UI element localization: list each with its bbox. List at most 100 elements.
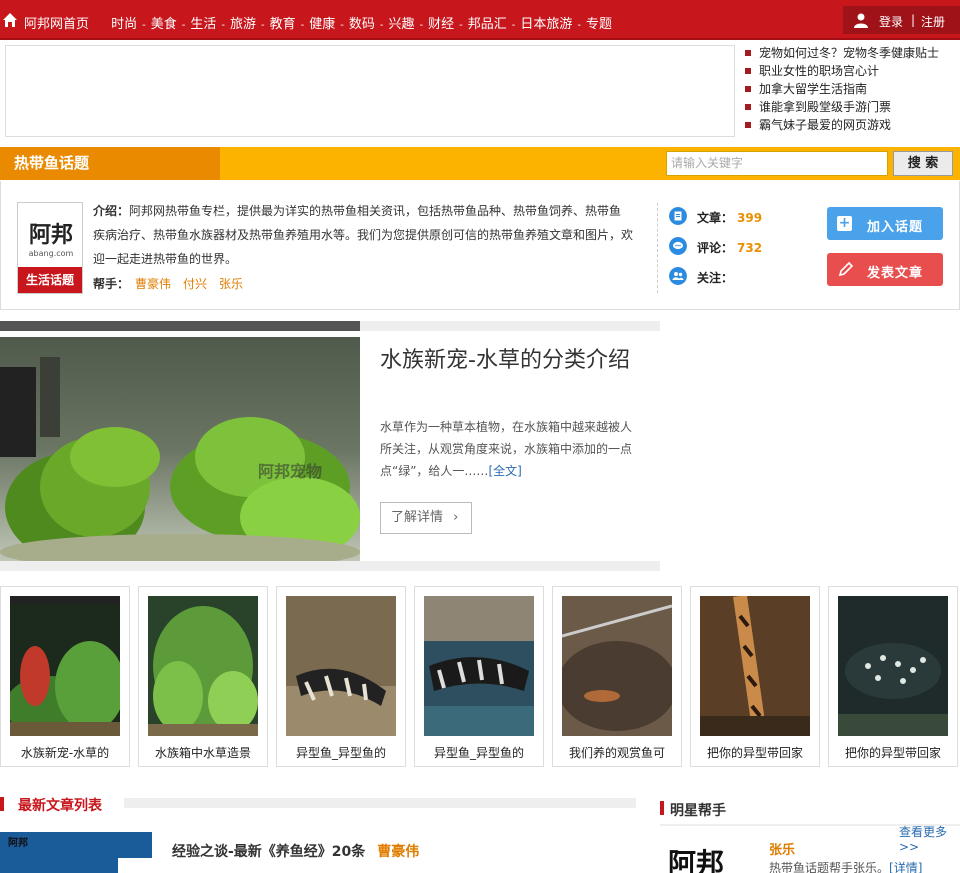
helper-link[interactable]: 付兴 <box>183 277 207 291</box>
nav-links: 阿邦网首页 时尚 - 美食 - 生活 - 旅游 - 教育 - 健康 - 数码 - 兴趣 - 财经 - 邦品汇 - 日本旅… <box>24 17 613 32</box>
thumb-card[interactable]: 水族新宠-水草的 <box>0 586 130 767</box>
feature-more-link[interactable]: [全文] <box>488 464 521 478</box>
nav-item-digital[interactable]: 数码 <box>349 17 375 32</box>
logo-band: 生活话题 <box>18 267 82 293</box>
thumb-card[interactable]: 异型鱼_异型鱼的 <box>414 586 544 767</box>
thumb-image <box>424 596 534 736</box>
nav-item-interest[interactable]: 兴趣 <box>389 17 415 32</box>
comments-count: 732 <box>737 241 763 255</box>
headline-item[interactable]: 加拿大留学生活指南 <box>745 80 960 98</box>
logo-domain: abang.com <box>28 249 74 258</box>
thumb-caption: 我们养的观赏鱼可 <box>568 746 665 760</box>
thumb-caption: 水族箱中水草造景 <box>154 746 251 760</box>
post-article-button[interactable]: 发表文章 <box>827 253 943 286</box>
articles-count: 399 <box>737 211 763 225</box>
register-link[interactable]: 注册 <box>921 13 945 30</box>
comment-icon <box>669 237 687 255</box>
nav-item-japan-travel[interactable]: 日本旅游 <box>520 17 572 32</box>
star-helper-detail-link[interactable]: [详情] <box>889 861 922 873</box>
latest-section-title: 最新文章列表 <box>18 798 102 814</box>
login-link[interactable]: 登录 <box>879 13 903 30</box>
login-divider: | <box>911 13 916 27</box>
thumb-image <box>562 596 672 736</box>
feature-watermark: 阿邦宠物 <box>258 462 322 481</box>
star-helper-logo: 阿邦 <box>668 847 725 873</box>
helpers-row: 帮手： 曹豪伟 付兴 张乐 <box>93 275 243 292</box>
star-section-marker <box>660 801 664 815</box>
document-icon <box>669 207 687 225</box>
nav-item-fashion[interactable]: 时尚 <box>111 17 137 32</box>
thumb-caption: 水族新宠-水草的 <box>20 746 110 760</box>
topic-logo: 阿邦 abang.com 生活话题 <box>17 202 83 294</box>
see-more-link[interactable]: 查看更多>> <box>899 823 960 854</box>
star-helper-title: 明星帮手 <box>670 803 726 819</box>
description-text: 阿邦网热带鱼专栏，提供最为详实的热带鱼相关资讯，包括热带鱼品种、热带鱼饲养、热带… <box>93 204 634 266</box>
star-helper-name[interactable]: 张乐 <box>769 839 795 858</box>
login-area: 登录 | 注册 <box>843 6 960 34</box>
feature-bottom-rule <box>0 561 660 571</box>
star-helper-desc: 热带鱼话题帮手张乐。[详情] <box>769 859 922 873</box>
post-article-label: 发表文章 <box>867 266 924 281</box>
join-topic-button[interactable]: + 加入话题 <box>827 207 943 240</box>
nav-item-bangpinhui[interactable]: 邦品汇 <box>468 17 507 32</box>
top-nav: 阿邦网首页 时尚 - 美食 - 生活 - 旅游 - 教育 - 健康 - 数码 - 兴趣 - 财经 - 邦品汇 - 日本旅… <box>0 0 960 40</box>
article-title-link[interactable]: 经验之谈-最新《养鱼经》20条 <box>172 844 365 860</box>
star-helper-desc-text: 热带鱼话题帮手张乐。 <box>769 861 890 873</box>
feature-image[interactable]: 阿邦宠物 <box>0 337 360 561</box>
topic-title: 热带鱼话题 <box>0 147 220 180</box>
nav-item-health[interactable]: 健康 <box>309 17 335 32</box>
headline-item[interactable]: 霸气妹子最爱的网页游戏 <box>745 116 960 134</box>
headline-item[interactable]: 宠物如何过冬？宠物冬季健康贴士 <box>745 44 960 62</box>
comments-label: 评论： <box>697 241 734 255</box>
thumb-image <box>286 596 396 736</box>
pencil-icon <box>838 261 854 277</box>
articles-label: 文章： <box>697 211 734 225</box>
search-input[interactable]: 请输入关键字 <box>666 151 888 176</box>
nav-item-special[interactable]: 专题 <box>586 17 612 32</box>
nav-item-life[interactable]: 生活 <box>190 17 216 32</box>
article-thumb[interactable]: 阿邦 <box>0 832 152 873</box>
latest-section-marker <box>0 797 4 811</box>
user-icon <box>854 13 868 28</box>
people-icon <box>669 267 687 285</box>
nav-item-education[interactable]: 教育 <box>270 17 296 32</box>
thumb-card[interactable]: 水族箱中水草造景 <box>138 586 268 767</box>
description-label: 介绍： <box>93 204 130 218</box>
thumb-image <box>700 596 810 736</box>
topic-bar: 热带鱼话题 请输入关键字 搜 索 <box>0 147 960 180</box>
ad-banner <box>5 45 735 137</box>
feature-title[interactable]: 水族新宠-水草的分类介绍 <box>380 346 650 376</box>
feature-detail-label: 了解详情 <box>391 510 444 525</box>
search-button[interactable]: 搜 索 <box>893 151 953 176</box>
nav-item-finance[interactable]: 财经 <box>428 17 454 32</box>
thumb-caption: 把你的异型带回家 <box>844 746 941 760</box>
nav-item-food[interactable]: 美食 <box>151 17 177 32</box>
headline-item[interactable]: 谁能拿到殿堂级手游门票 <box>745 98 960 116</box>
thumb-image <box>10 596 120 736</box>
thumb-card[interactable]: 我们养的观赏鱼可 <box>552 586 682 767</box>
nav-item-travel[interactable]: 旅游 <box>230 17 256 32</box>
feature-summary: 水草作为一种草本植物，在水族箱中越来越被人所关注，从观赏角度来说，水族箱中添加的… <box>380 416 640 482</box>
thumb-card[interactable]: 把你的异型带回家 <box>828 586 958 767</box>
thumb-caption: 异型鱼_异型鱼的 <box>295 746 386 760</box>
thumb-card[interactable]: 异型鱼_异型鱼的 <box>276 586 406 767</box>
home-icon[interactable] <box>2 12 18 28</box>
logo-mark: 阿邦 <box>28 222 73 248</box>
thumb-image <box>148 596 258 736</box>
helper-link[interactable]: 曹豪伟 <box>135 277 171 291</box>
chevron-right-icon: › <box>453 510 459 525</box>
feature-top-rule <box>0 321 660 331</box>
headline-item[interactable]: 职业女性的职场宫心计 <box>745 62 960 80</box>
plus-icon: + <box>837 215 852 231</box>
thumb-card[interactable]: 把你的异型带回家 <box>690 586 820 767</box>
feature-detail-button[interactable]: 了解详情 › <box>380 502 472 534</box>
headline-list: 宠物如何过冬？宠物冬季健康贴士 职业女性的职场宫心计 加拿大留学生活指南 谁能拿… <box>745 44 960 134</box>
topic-intro-panel: 阿邦 abang.com 生活话题 介绍：阿邦网热带鱼专栏，提供最为详实的热带鱼… <box>0 181 960 310</box>
nav-home-link[interactable]: 阿邦网首页 <box>24 17 89 32</box>
article-author[interactable]: 曹豪伟 <box>377 844 419 860</box>
thumb-caption: 异型鱼_异型鱼的 <box>433 746 524 760</box>
thumb-caption: 把你的异型带回家 <box>706 746 803 760</box>
article-thumb-mark: 阿邦 <box>8 836 28 849</box>
latest-section-rule <box>124 798 636 808</box>
helper-link[interactable]: 张乐 <box>219 277 243 291</box>
